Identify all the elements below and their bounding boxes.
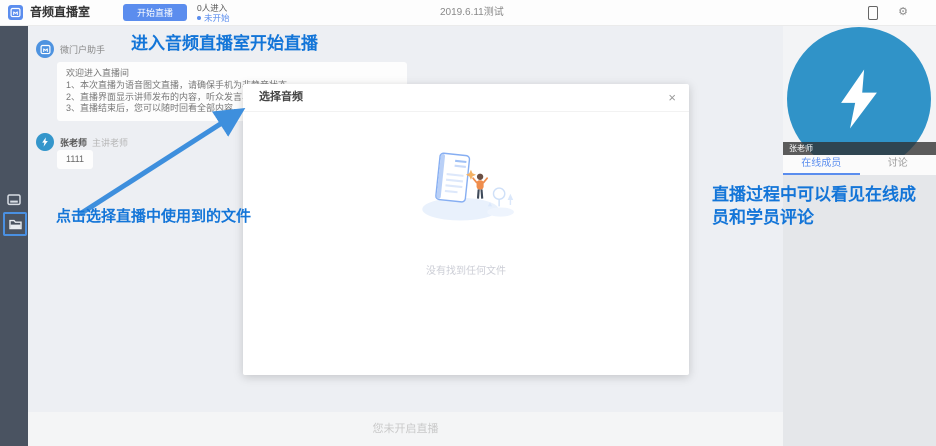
gear-icon[interactable]: ⚙ [898,0,908,25]
screen-share-icon[interactable] [4,191,24,209]
assistant-name: 微门户助手 [60,43,105,56]
speaker-name-bar: 张老师 [783,142,936,155]
teacher-name-text: 张老师 [60,138,87,148]
file-folder-icon-selected[interactable] [3,212,27,236]
close-icon[interactable]: × [668,84,676,111]
start-live-button[interactable]: 开始直播 [123,4,187,21]
right-panel-tabs: 在线成员 讨论 [783,155,936,175]
modal-title: 选择音频 [259,84,303,111]
app-title: 音频直播室 [30,0,90,25]
status-text: 未开始 [204,13,230,23]
select-audio-modal: 选择音频 × 没有找到任何文件 [243,84,689,375]
rule-line: 欢迎进入直播间 [66,68,398,80]
footer-status-text: 您未开启直播 [373,423,439,435]
speaker-avatar-area: 张老师 [783,25,936,155]
status-row: 未开始 [197,13,230,23]
teacher-message-header: 张老师主讲老师 [36,133,128,151]
room-name: 2019.6.11测试 [440,0,504,25]
app-logo-icon [8,5,23,20]
tab-discussion[interactable]: 讨论 [860,155,936,175]
left-sidebar [0,25,28,446]
enter-count: 0人进入 [197,3,230,13]
teacher-message-bubble: 1111 [57,150,93,169]
teacher-role: 主讲老师 [92,138,128,148]
phone-icon[interactable] [868,6,878,20]
live-status-block: 0人进入 未开始 [197,3,230,23]
modal-header: 选择音频 × [243,84,689,112]
footer-bar: 您未开启直播 [28,412,783,446]
empty-state-illustration [416,150,516,224]
teacher-avatar [36,133,54,151]
right-panel: 张老师 在线成员 讨论 [783,25,936,446]
empty-files-text: 没有找到任何文件 [243,262,689,277]
tab-online-members[interactable]: 在线成员 [783,155,860,175]
teacher-name: 张老师主讲老师 [60,136,128,149]
top-bar: 音频直播室 开始直播 0人进入 未开始 2019.6.11测试 ⚙ [0,0,936,26]
assistant-avatar [36,40,54,58]
speaker-avatar-large [787,27,931,155]
assistant-message-header: 微门户助手 [36,40,105,58]
status-dot-icon [197,16,201,20]
